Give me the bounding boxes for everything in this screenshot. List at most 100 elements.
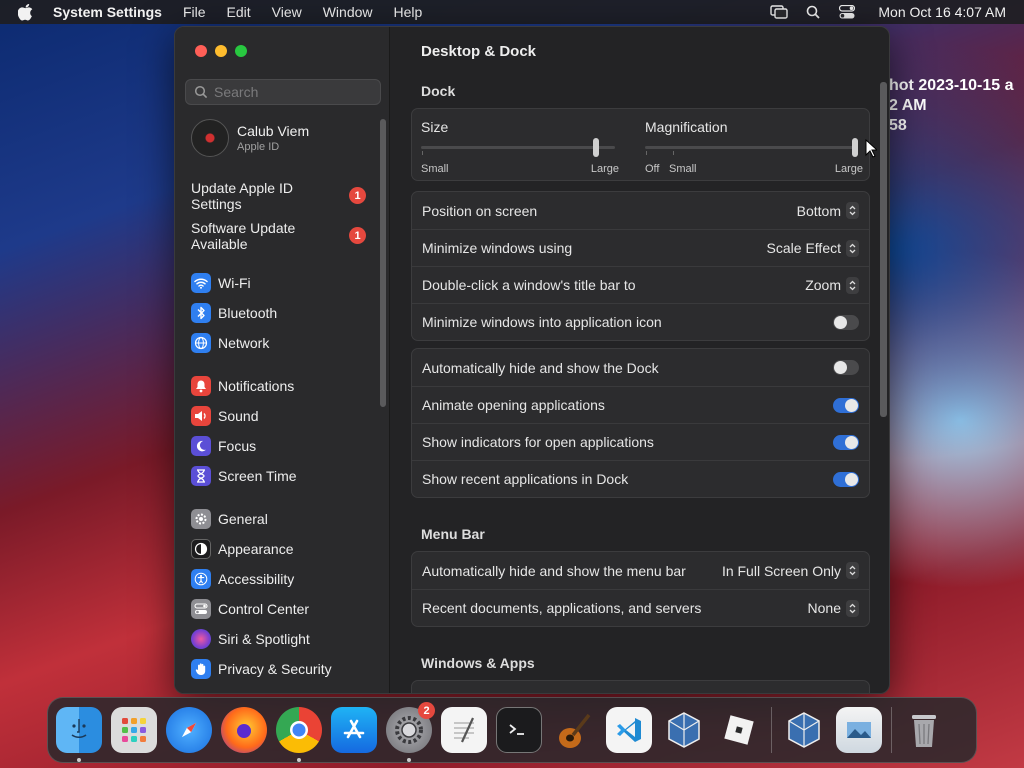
menu-clock[interactable]: Mon Oct 16 4:07 AM — [878, 4, 1006, 20]
sidebar-item-sound[interactable]: Sound — [191, 405, 381, 427]
preview-icon[interactable] — [836, 707, 882, 753]
hand-icon — [191, 659, 211, 679]
virtualbox-icon[interactable] — [661, 707, 707, 753]
size-slider[interactable]: Size Small Large — [421, 119, 619, 179]
sidebar-item-notifications[interactable]: Notifications — [191, 375, 381, 397]
running-indicator — [297, 758, 301, 762]
menu-app-name[interactable]: System Settings — [53, 4, 162, 20]
menu-help[interactable]: Help — [394, 4, 423, 20]
textedit-icon[interactable] — [441, 707, 487, 753]
desktop-file-label[interactable]: hot 2023-10-15 a 2 AM 58 — [889, 76, 1014, 136]
finder-icon[interactable] — [56, 707, 102, 762]
sidebar-item-label: Notifications — [218, 378, 295, 394]
magnification-slider-thumb[interactable] — [852, 138, 858, 157]
apple-menu-icon[interactable] — [18, 2, 38, 22]
magnification-slider-tick — [673, 151, 674, 155]
size-slider-track[interactable] — [421, 146, 615, 149]
double-click-action-popup[interactable]: Zoom — [805, 276, 859, 294]
control-center-menu-icon[interactable] — [838, 4, 856, 20]
auto-hide-dock-toggle[interactable] — [833, 360, 859, 375]
update-apple-id-notice[interactable]: Update Apple ID Settings 1 — [191, 180, 366, 212]
roblox-icon[interactable] — [716, 707, 762, 753]
notice-label: Software Update Available — [191, 220, 296, 252]
spotlight-search-icon[interactable] — [804, 4, 822, 20]
close-button[interactable] — [195, 45, 207, 57]
magnification-label: Magnification — [645, 119, 728, 135]
software-update-notice[interactable]: Software Update Available 1 — [191, 220, 366, 252]
menu-edit[interactable]: Edit — [227, 4, 251, 20]
sidebar-item-label: Bluetooth — [218, 305, 278, 321]
garageband-icon[interactable] — [551, 707, 597, 753]
launchpad-icon[interactable] — [111, 707, 157, 753]
sidebar-item-label: Screen Time — [218, 468, 297, 484]
sidebar-item-label: Wi-Fi — [218, 275, 251, 291]
virtualbox-vm-icon[interactable] — [781, 707, 827, 753]
dock: 2 — [47, 697, 977, 763]
recent-items-row: Recent documents, applications, and serv… — [412, 589, 869, 626]
menu-view[interactable]: View — [272, 4, 302, 20]
sidebar-item-focus[interactable]: Focus — [191, 435, 381, 457]
search-input[interactable] — [214, 84, 374, 100]
magnification-slider-track[interactable] — [645, 146, 857, 149]
sidebar-item-control-center[interactable]: Control Center — [191, 598, 381, 620]
sidebar-item-wifi[interactable]: Wi-Fi — [191, 272, 381, 294]
sidebar-item-appearance[interactable]: Appearance — [191, 538, 381, 560]
system-settings-icon[interactable]: 2 — [386, 702, 435, 762]
sidebar-item-screen-time[interactable]: Screen Time — [191, 465, 381, 487]
sidebar-item-label: Control Center — [218, 601, 310, 617]
row-label: Show indicators for open applications — [422, 434, 654, 450]
up-down-chevron-icon — [846, 562, 859, 579]
search-field[interactable] — [185, 79, 381, 105]
zoom-button[interactable] — [235, 45, 247, 57]
apple-id-account[interactable]: Calub Viem Apple ID — [191, 119, 309, 157]
dock-separator — [771, 707, 772, 753]
firefox-icon[interactable] — [221, 707, 267, 753]
magnification-min-label: Small — [669, 163, 697, 175]
chrome-icon[interactable] — [276, 707, 322, 762]
menu-file[interactable]: File — [183, 4, 206, 20]
auto-hide-menu-bar-popup[interactable]: In Full Screen Only — [722, 562, 859, 579]
sidebar-item-accessibility[interactable]: Accessibility — [191, 568, 381, 590]
app-store-icon[interactable] — [331, 707, 377, 753]
show-recent-apps-toggle[interactable] — [833, 471, 859, 487]
dock-separator — [891, 707, 892, 753]
avatar — [191, 119, 229, 157]
show-indicators-toggle[interactable] — [833, 434, 859, 450]
minimize-effect-popup[interactable]: Scale Effect — [767, 239, 859, 257]
sidebar-item-bluetooth[interactable]: Bluetooth — [191, 302, 381, 324]
position-on-screen-row: Position on screen Bottom — [412, 192, 869, 229]
animate-opening-apps-toggle[interactable] — [833, 397, 859, 413]
safari-icon[interactable] — [166, 707, 212, 753]
recent-items-popup[interactable]: None — [807, 599, 859, 617]
sidebar-item-label: Appearance — [218, 541, 294, 557]
dock-size-group: Size Small Large Magnification Off Small… — [411, 108, 870, 181]
notification-badge: 1 — [349, 227, 366, 244]
magnification-slider[interactable]: Magnification Off Small Large — [645, 119, 863, 179]
size-slider-thumb[interactable] — [593, 138, 599, 157]
sidebar-item-general[interactable]: General — [191, 508, 381, 530]
position-popup[interactable]: Bottom — [797, 202, 859, 219]
notification-badge: 2 — [418, 702, 435, 719]
minimize-windows-using-row: Minimize windows using Scale Effect — [412, 229, 869, 266]
terminal-icon[interactable] — [496, 707, 542, 753]
sidebar-scrollbar[interactable] — [380, 119, 386, 407]
sidebar-item-siri-spotlight[interactable]: Siri & Spotlight — [191, 628, 381, 650]
trash-icon[interactable] — [901, 707, 947, 753]
popup-value: None — [807, 600, 841, 616]
content-scrollbar[interactable] — [880, 82, 887, 417]
speaker-icon — [191, 406, 211, 426]
screen-mirroring-icon[interactable] — [770, 4, 789, 20]
desktop-file-label-line: 2 AM — [889, 97, 927, 114]
minimize-button[interactable] — [215, 45, 227, 57]
sidebar-item-label: Accessibility — [218, 571, 295, 587]
vscode-icon[interactable] — [606, 707, 652, 753]
row-label: Double-click a window's title bar to — [422, 277, 636, 293]
minimize-into-app-icon-toggle[interactable] — [833, 314, 859, 330]
sidebar-item-privacy-security[interactable]: Privacy & Security — [191, 658, 381, 680]
sidebar-item-network[interactable]: Network — [191, 332, 381, 354]
auto-hide-dock-row: Automatically hide and show the Dock — [412, 349, 869, 386]
row-label: Minimize windows using — [422, 240, 573, 256]
menu-window[interactable]: Window — [323, 4, 373, 20]
user-subtitle: Apple ID — [237, 141, 280, 153]
sidebar-item-label: Siri & Spotlight — [218, 631, 310, 647]
